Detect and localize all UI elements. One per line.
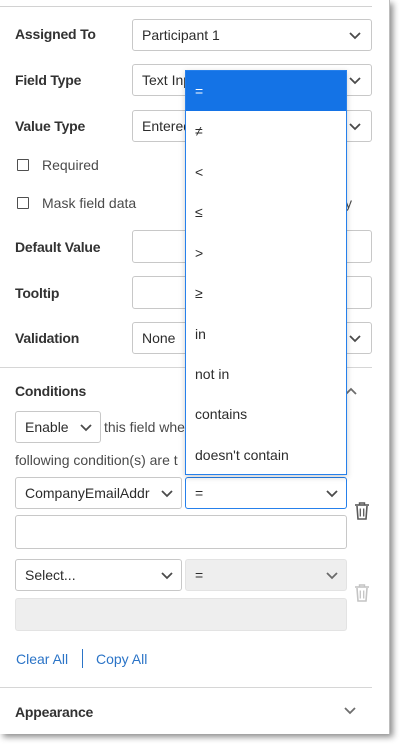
chevron-down-icon (325, 571, 339, 581)
operator-option-not-in[interactable]: not in (186, 354, 346, 394)
trash-icon-disabled (352, 582, 372, 604)
clear-all-link[interactable]: Clear All (16, 651, 68, 667)
operator-option-equals[interactable]: = (186, 71, 346, 111)
validation-label: Validation (15, 330, 80, 346)
operator-option-in[interactable]: in (186, 314, 346, 354)
mask-field-data-checkbox[interactable] (17, 197, 29, 209)
operator-option-greater-than[interactable]: > (186, 233, 346, 273)
chevron-down-icon (79, 423, 93, 433)
assigned-to-select[interactable]: Participant 1 (132, 19, 372, 51)
chevron-down-icon (160, 489, 174, 499)
value-type-value: Entered (142, 118, 192, 134)
operator-option-doesnt-contain[interactable]: doesn't contain (186, 435, 346, 475)
chevron-down-icon[interactable] (343, 706, 357, 716)
operator-option-less-or-equal[interactable]: ≤ (186, 192, 346, 232)
operator-option-contains[interactable]: contains (186, 394, 346, 434)
condition-field-value: Select... (25, 567, 76, 583)
value-type-label: Value Type (15, 118, 86, 134)
condition-value-input-disabled (15, 598, 347, 631)
required-checkbox[interactable] (17, 159, 29, 171)
condition-field-select[interactable]: CompanyEmailAddr (15, 477, 182, 509)
assigned-to-value: Participant 1 (142, 27, 220, 43)
condition-operator-select-disabled: = (185, 559, 347, 591)
chevron-down-icon (348, 122, 362, 132)
copy-all-link[interactable]: Copy All (96, 651, 147, 667)
top-divider (0, 6, 372, 7)
field-type-label: Field Type (15, 72, 82, 88)
chevron-down-icon (325, 489, 339, 499)
condition-mode-select[interactable]: Enable (15, 411, 101, 443)
chevron-down-icon (160, 571, 174, 581)
appearance-title: Appearance (15, 704, 94, 720)
assigned-to-label: Assigned To (15, 26, 96, 42)
operator-option-not-equal[interactable]: ≠ (186, 111, 346, 151)
conditions-sentence-part2: following condition(s) are t (15, 452, 178, 468)
condition-field-value: CompanyEmailAddr (25, 485, 150, 501)
chevron-down-icon (348, 334, 362, 344)
chevron-down-icon (348, 31, 362, 41)
field-properties-panel: Assigned To Participant 1 Field Type Tex… (0, 0, 390, 734)
required-label: Required (42, 157, 99, 173)
conditions-sentence-part1: this field whe (104, 419, 185, 435)
link-separator (82, 649, 83, 668)
default-value-label: Default Value (15, 239, 101, 255)
trash-icon[interactable] (352, 500, 372, 522)
condition-operator-value: = (195, 567, 204, 583)
condition-field-select[interactable]: Select... (15, 559, 182, 591)
condition-operator-value: = (195, 485, 204, 501)
conditions-title: Conditions (15, 383, 87, 399)
condition-operator-select[interactable]: = (185, 477, 347, 509)
validation-value: None (142, 330, 176, 346)
condition-value-input[interactable] (15, 515, 347, 549)
tooltip-label: Tooltip (15, 285, 60, 301)
operator-option-less-than[interactable]: < (186, 152, 346, 192)
chevron-down-icon (348, 76, 362, 86)
condition-mode-value: Enable (25, 419, 69, 435)
mask-field-data-label: Mask field data (42, 195, 137, 211)
section-divider (0, 687, 372, 688)
operator-dropdown-menu: = ≠ < ≤ > ≥ in not in contains doesn't c… (185, 70, 347, 475)
operator-option-greater-or-equal[interactable]: ≥ (186, 273, 346, 313)
